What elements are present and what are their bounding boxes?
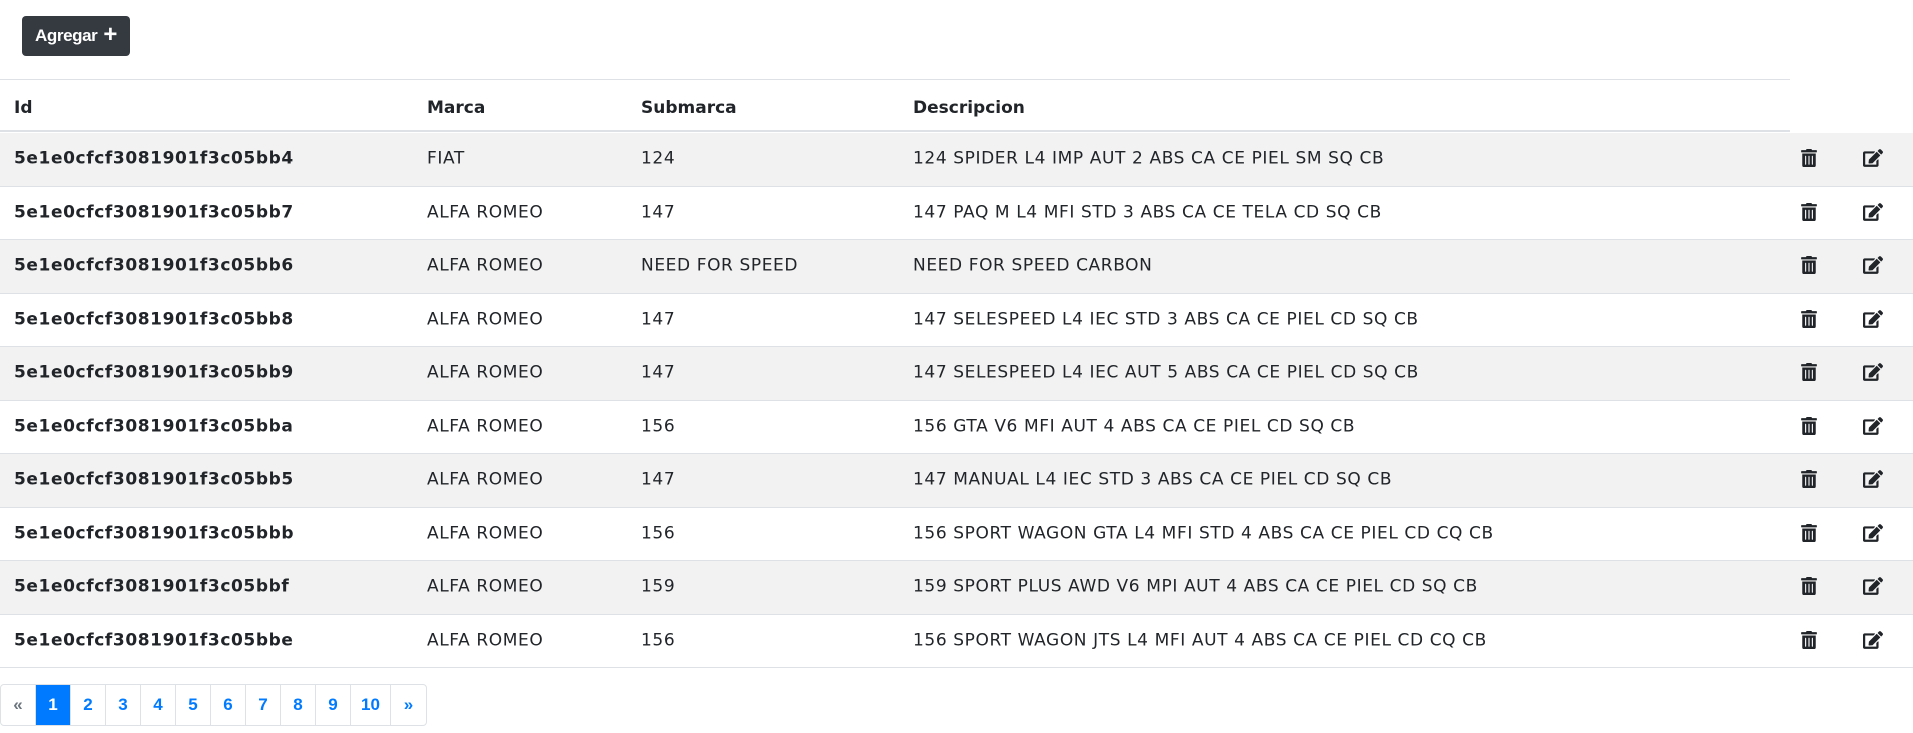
cell-marca: ALFA ROMEO bbox=[427, 576, 544, 597]
cell-id: 5e1e0cfcf3081901f3c05bbf bbox=[14, 576, 290, 597]
edit-icon[interactable] bbox=[1863, 149, 1883, 169]
cell-id: 5e1e0cfcf3081901f3c05bba bbox=[14, 416, 294, 437]
cell-submarca: 156 bbox=[641, 523, 676, 544]
trash-icon[interactable] bbox=[1801, 523, 1821, 544]
pagination: «1 2 3 4 5 6 7 8 9 10» bbox=[0, 684, 427, 726]
cell-marca: ALFA ROMEO bbox=[427, 630, 544, 651]
cell-descripcion: NEED FOR SPEED CARBON bbox=[913, 255, 1153, 276]
table-row: 5e1e0cfcf3081901f3c05bbf ALFA ROMEO 159 159… bbox=[0, 561, 1913, 615]
column-header-submarca: Submarca bbox=[641, 98, 737, 118]
edit-icon[interactable] bbox=[1863, 363, 1883, 383]
cell-id: 5e1e0cfcf3081901f3c05bb5 bbox=[14, 469, 294, 490]
edit-icon[interactable] bbox=[1863, 630, 1883, 651]
pagination-next[interactable]: » bbox=[391, 685, 426, 725]
pagination-page[interactable]: 1 bbox=[36, 685, 71, 725]
cell-marca: ALFA ROMEO bbox=[427, 523, 544, 544]
table-row: 5e1e0cfcf3081901f3c05bb6 ALFA ROMEO NEED F… bbox=[0, 240, 1913, 294]
edit-icon[interactable] bbox=[1863, 577, 1883, 597]
cell-descripcion: 124 SPIDER L4 IMP AUT 2 ABS CA CE PIEL S… bbox=[913, 148, 1385, 169]
table-row: 5e1e0cfcf3081901f3c05bb4 FIAT 124 124 SPIDE… bbox=[0, 133, 1913, 187]
trash-icon[interactable] bbox=[1801, 309, 1821, 330]
cell-submarca: NEED FOR SPEED bbox=[641, 255, 799, 276]
edit-icon[interactable] bbox=[1863, 523, 1883, 544]
trash-icon[interactable] bbox=[1801, 149, 1821, 169]
table-row: 5e1e0cfcf3081901f3c05bbb ALFA ROMEO 156 156… bbox=[0, 508, 1913, 561]
cell-marca: ALFA ROMEO bbox=[427, 202, 544, 223]
cell-marca: ALFA ROMEO bbox=[427, 362, 544, 383]
cell-descripcion: 156 GTA V6 MFI AUT 4 ABS CA CE PIEL CD S… bbox=[913, 416, 1356, 437]
cell-descripcion: 156 SPORT WAGON JTS L4 MFI AUT 4 ABS CA … bbox=[913, 630, 1487, 651]
cell-descripcion: 147 MANUAL L4 IEC STD 3 ABS CA CE PIEL C… bbox=[913, 469, 1393, 490]
cell-id: 5e1e0cfcf3081901f3c05bbe bbox=[14, 630, 294, 651]
pagination-page[interactable]: 9 bbox=[316, 685, 351, 725]
cell-marca: ALFA ROMEO bbox=[427, 469, 544, 490]
table-row: 5e1e0cfcf3081901f3c05bb9 ALFA ROMEO 147 147… bbox=[0, 347, 1913, 401]
cell-marca: ALFA ROMEO bbox=[427, 416, 544, 437]
cell-id: 5e1e0cfcf3081901f3c05bb9 bbox=[14, 362, 294, 383]
cell-descripcion: 147 SELESPEED L4 IEC AUT 5 ABS CA CE PIE… bbox=[913, 362, 1419, 383]
pagination-page[interactable]: 4 bbox=[141, 685, 176, 725]
pagination-page[interactable]: 2 bbox=[71, 685, 106, 725]
trash-icon[interactable] bbox=[1801, 416, 1821, 437]
table-body: 5e1e0cfcf3081901f3c05bb4 FIAT 124 124 SPIDE… bbox=[0, 133, 1913, 668]
cell-submarca: 156 bbox=[641, 416, 676, 437]
cell-submarca: 147 bbox=[641, 309, 676, 330]
table-row: 5e1e0cfcf3081901f3c05bbe ALFA ROMEO 156 156… bbox=[0, 615, 1913, 668]
cell-marca: ALFA ROMEO bbox=[427, 309, 544, 330]
add-button[interactable]: Agregar + bbox=[22, 16, 131, 56]
cell-id: 5e1e0cfcf3081901f3c05bbb bbox=[14, 523, 295, 544]
cell-id: 5e1e0cfcf3081901f3c05bb7 bbox=[14, 202, 294, 223]
cell-descripcion: 159 SPORT PLUS AWD V6 MPI AUT 4 ABS CA C… bbox=[913, 576, 1478, 597]
cell-id: 5e1e0cfcf3081901f3c05bb8 bbox=[14, 309, 294, 330]
column-header-descripcion: Descripcion bbox=[913, 98, 1025, 118]
cell-submarca: 147 bbox=[641, 202, 676, 223]
cell-submarca: 147 bbox=[641, 469, 676, 490]
column-header-marca: Marca bbox=[427, 98, 486, 118]
table-header: Id Marca Submarca Descripcion bbox=[0, 79, 1790, 132]
column-header-id: Id bbox=[14, 98, 33, 118]
pagination-page[interactable]: 7 bbox=[246, 685, 281, 725]
add-button-label: Agregar bbox=[35, 26, 98, 45]
cell-id: 5e1e0cfcf3081901f3c05bb4 bbox=[14, 148, 294, 169]
cell-submarca: 156 bbox=[641, 630, 676, 651]
plus-icon: + bbox=[103, 21, 118, 48]
pagination-page[interactable]: 6 bbox=[211, 685, 246, 725]
trash-icon[interactable] bbox=[1801, 470, 1821, 490]
table-row: 5e1e0cfcf3081901f3c05bb8 ALFA ROMEO 147 147… bbox=[0, 294, 1913, 347]
edit-icon[interactable] bbox=[1863, 309, 1883, 330]
trash-icon[interactable] bbox=[1801, 363, 1821, 383]
table-row: 5e1e0cfcf3081901f3c05bb7 ALFA ROMEO 147 147… bbox=[0, 187, 1913, 240]
table-row: 5e1e0cfcf3081901f3c05bb5 ALFA ROMEO 147 147… bbox=[0, 454, 1913, 508]
pagination-page[interactable]: 10 bbox=[351, 685, 391, 725]
trash-icon[interactable] bbox=[1801, 202, 1821, 223]
edit-icon[interactable] bbox=[1863, 256, 1883, 276]
edit-icon[interactable] bbox=[1863, 202, 1883, 223]
trash-icon[interactable] bbox=[1801, 256, 1821, 276]
pagination-prev[interactable]: « bbox=[1, 685, 36, 725]
cell-submarca: 124 bbox=[641, 148, 676, 169]
cell-id: 5e1e0cfcf3081901f3c05bb6 bbox=[14, 255, 294, 276]
cell-descripcion: 147 PAQ M L4 MFI STD 3 ABS CA CE TELA CD… bbox=[913, 202, 1382, 223]
cell-descripcion: 147 SELESPEED L4 IEC STD 3 ABS CA CE PIE… bbox=[913, 309, 1419, 330]
trash-icon[interactable] bbox=[1801, 577, 1821, 597]
pagination-page[interactable]: 3 bbox=[106, 685, 141, 725]
cell-marca: FIAT bbox=[427, 148, 465, 169]
pagination-page[interactable]: 8 bbox=[281, 685, 316, 725]
edit-icon[interactable] bbox=[1863, 416, 1883, 437]
table-row: 5e1e0cfcf3081901f3c05bba ALFA ROMEO 156 156… bbox=[0, 401, 1913, 454]
cell-marca: ALFA ROMEO bbox=[427, 255, 544, 276]
edit-icon[interactable] bbox=[1863, 470, 1883, 490]
cell-submarca: 159 bbox=[641, 576, 676, 597]
trash-icon[interactable] bbox=[1801, 630, 1821, 651]
cell-descripcion: 156 SPORT WAGON GTA L4 MFI STD 4 ABS CA … bbox=[913, 523, 1494, 544]
cell-submarca: 147 bbox=[641, 362, 676, 383]
pagination-page[interactable]: 5 bbox=[176, 685, 211, 725]
